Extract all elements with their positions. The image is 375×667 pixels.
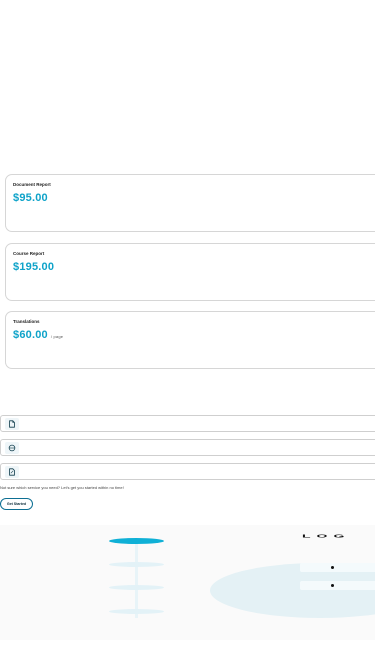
service-price: $60.00/ page bbox=[13, 329, 64, 341]
service-row-translation[interactable] bbox=[0, 439, 375, 456]
document-edit-icon bbox=[5, 466, 19, 478]
globe-icon bbox=[5, 442, 19, 454]
price-unit: / page bbox=[50, 334, 64, 339]
checkmark-disc bbox=[109, 538, 164, 544]
panel-dot bbox=[331, 584, 334, 587]
service-row-course[interactable] bbox=[0, 463, 375, 480]
service-price: $195.00 bbox=[13, 261, 55, 273]
panel-bar bbox=[300, 563, 375, 572]
help-text: Not sure which service you need? Let's g… bbox=[0, 485, 124, 490]
stand-pole bbox=[135, 543, 138, 618]
service-title: Translations bbox=[13, 319, 40, 324]
service-price: $95.00 bbox=[13, 192, 48, 204]
service-card-course-report[interactable]: Course Report $195.00 bbox=[5, 243, 375, 301]
panel-dot bbox=[331, 566, 334, 569]
get-started-button[interactable]: Get Started bbox=[0, 498, 33, 510]
hero-illustration: LOG bbox=[0, 525, 375, 640]
panel-bar bbox=[300, 581, 375, 590]
service-title: Course Report bbox=[13, 251, 45, 256]
service-row-document[interactable] bbox=[0, 415, 375, 432]
service-card-translations[interactable]: Translations $60.00/ page bbox=[5, 311, 375, 369]
stand-disc bbox=[109, 585, 164, 590]
stand-disc bbox=[109, 609, 164, 614]
illustration-logo: LOG bbox=[302, 533, 351, 539]
document-icon bbox=[5, 418, 19, 430]
service-title: Document Report bbox=[13, 182, 51, 187]
service-card-document-report[interactable]: Document Report $95.00 bbox=[5, 174, 375, 232]
stand-disc bbox=[109, 562, 164, 567]
